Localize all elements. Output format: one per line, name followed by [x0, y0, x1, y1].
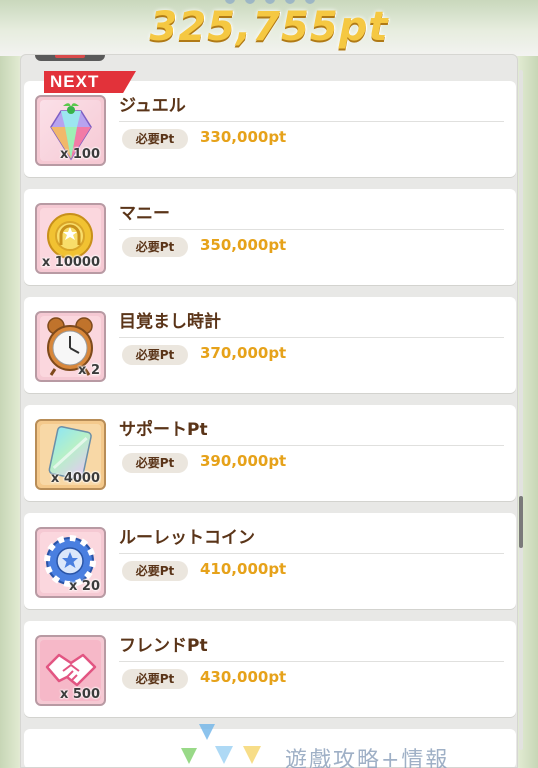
next-badge: NEXT: [44, 71, 136, 93]
required-label: 必要Pt: [122, 237, 188, 257]
required-label: 必要Pt: [122, 561, 188, 581]
reward-name: ルーレットコイン: [119, 528, 255, 548]
reward-name: サポートPt: [119, 420, 208, 440]
scrollbar-thumb[interactable]: [519, 496, 523, 548]
reward-row-roulette-coin[interactable]: x 20 ルーレットコイン 必要Pt 410,000pt: [24, 513, 516, 609]
divider: [119, 553, 504, 554]
reward-quantity: x 100: [59, 147, 100, 162]
reward-icon-frame: x 2: [35, 311, 106, 382]
divider: [119, 661, 504, 662]
required-points: 350,000pt: [200, 236, 287, 254]
divider: [119, 445, 504, 446]
reward-icon-frame: x 4000: [35, 419, 106, 490]
required-label: 必要Pt: [122, 345, 188, 365]
required-points: 410,000pt: [200, 560, 287, 578]
reward-row-money[interactable]: x 10000 マニー 必要Pt 350,000pt: [24, 189, 516, 285]
required-points: 430,000pt: [200, 668, 287, 686]
required-label: 必要Pt: [122, 453, 188, 473]
reward-name: 目覚まし時計: [119, 312, 221, 332]
reward-name: ジュエル: [119, 96, 186, 116]
watermark-text: 遊戲攻略+情報: [285, 748, 450, 768]
reward-icon-frame: x 500: [35, 635, 106, 706]
total-points-display: 325,755pt: [149, 4, 389, 50]
watermark: 遊戲攻略+情報: [175, 720, 515, 768]
reward-quantity: x 4000: [50, 471, 100, 486]
scrollbar-track[interactable]: [519, 70, 523, 750]
reward-name: マニー: [119, 204, 170, 224]
divider: [119, 337, 504, 338]
reward-quantity: x 10000: [41, 255, 100, 270]
reward-list-panel: x 100 ジュエル 必要Pt 330,000pt x 10000 マニー 必要: [20, 54, 518, 768]
divider: [119, 121, 504, 122]
top-header: 325,755pt: [0, 0, 538, 56]
reward-name: フレンドPt: [119, 636, 208, 656]
required-points: 370,000pt: [200, 344, 287, 362]
reward-quantity: x 20: [68, 579, 100, 594]
reward-row-friend-pt[interactable]: x 500 フレンドPt 必要Pt 430,000pt: [24, 621, 516, 717]
required-label: 必要Pt: [122, 669, 188, 689]
panel-tab-decoration: [35, 55, 105, 61]
reward-icon-frame: x 100: [35, 95, 106, 166]
divider: [119, 229, 504, 230]
watermark-logo-icon: [181, 724, 261, 764]
required-points: 390,000pt: [200, 452, 287, 470]
reward-row-jewel[interactable]: x 100 ジュエル 必要Pt 330,000pt: [24, 81, 516, 177]
reward-quantity: x 2: [78, 363, 100, 378]
required-label: 必要Pt: [122, 129, 188, 149]
reward-icon-frame: x 10000: [35, 203, 106, 274]
reward-quantity: x 500: [59, 687, 100, 702]
reward-row-support-pt[interactable]: x 4000 サポートPt 必要Pt 390,000pt: [24, 405, 516, 501]
reward-row-alarm-clock[interactable]: x 2 目覚まし時計 必要Pt 370,000pt: [24, 297, 516, 393]
reward-icon-frame: x 20: [35, 527, 106, 598]
required-points: 330,000pt: [200, 128, 287, 146]
